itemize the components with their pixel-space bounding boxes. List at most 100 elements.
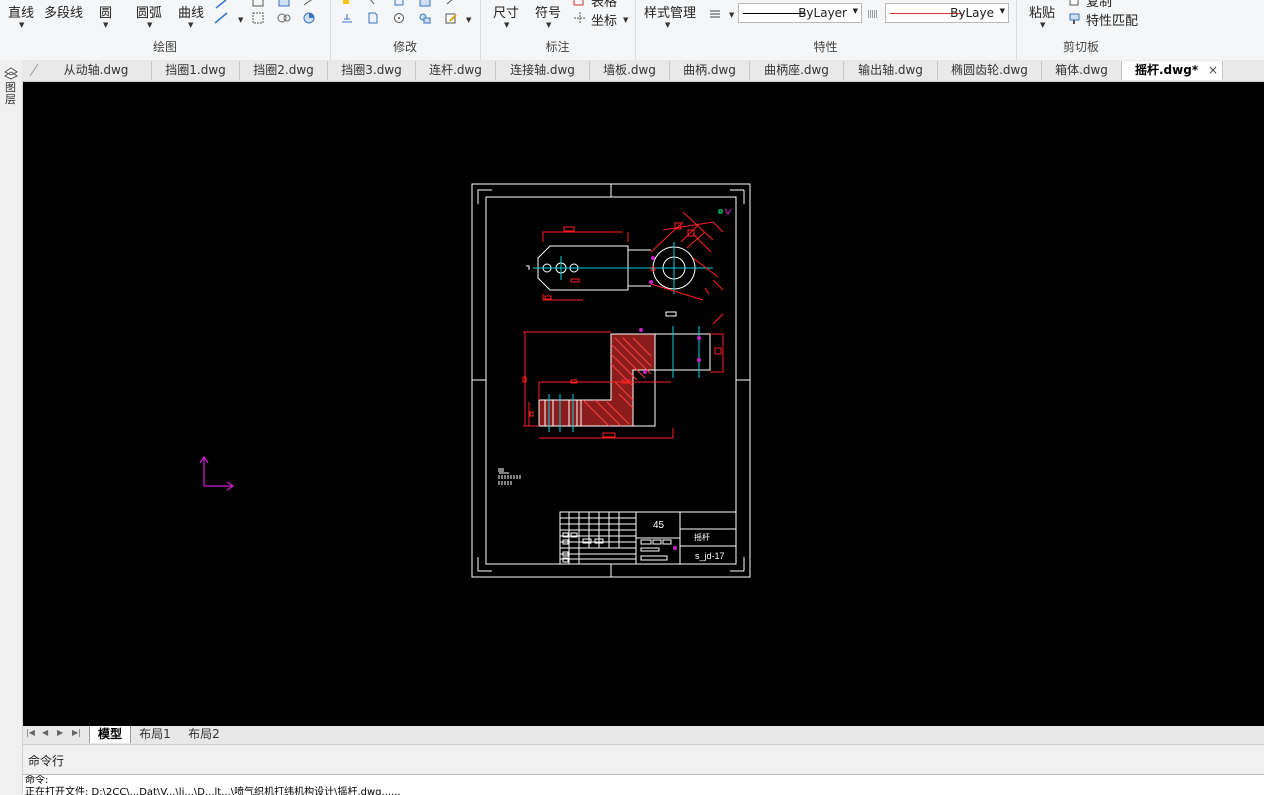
color-dropdown-icon[interactable]: ▼ [1000,7,1005,15]
draw-group: 直线 ▼ 多段线 圆 ▼ 圆弧 ▼ 曲线 ▼ ▼ 绘图 [0,0,331,60]
tab-model[interactable]: 模型 [89,726,131,743]
linetype-dropdown-icon[interactable]: ▼ [853,7,858,15]
style-manager-dropdown-icon[interactable]: ▼ [665,21,670,29]
next-layout-icon[interactable]: ▶ [57,728,63,737]
mirror-icon[interactable] [418,12,432,24]
tab-挡圈1[interactable]: 挡圈1.dwg [152,61,240,80]
copy-icon[interactable] [1068,0,1082,7]
symbol-button[interactable]: 符号 [535,2,561,21]
trim-icon[interactable] [366,0,380,8]
command-line-title: 命令行 [28,754,65,768]
prev-layout-icon[interactable]: ◀ [42,728,48,737]
coordinate-dropdown-icon[interactable]: ▼ [623,16,628,24]
boundary-icon[interactable] [277,12,291,24]
tab-曲柄座[interactable]: 曲柄座.dwg [750,61,844,80]
tab-layout2[interactable]: 布局2 [183,726,225,743]
move-icon[interactable] [340,0,354,8]
modify-group: ▼ 修改 [330,0,481,60]
draw-group-label: 绘图 [152,40,177,54]
tab-挡圈3[interactable]: 挡圈3.dwg [328,61,416,80]
linetype-combo[interactable]: ByLayer ▼ [738,3,862,23]
match-properties-icon[interactable] [1068,13,1082,25]
coordinate-icon[interactable] [573,12,587,24]
title-drawing-number: s_jd-17 [695,551,725,561]
lineweight-dropdown-icon[interactable]: ▼ [729,11,734,19]
tab-从动轴[interactable]: 从动轴.dwg [41,61,152,80]
stretch-icon[interactable] [366,12,380,24]
style-manager-button[interactable]: 样式管理 [644,2,696,21]
arc-dropdown-icon[interactable]: ▼ [147,21,152,29]
tab-连杆[interactable]: 连杆.dwg [416,61,496,80]
construction-line-icon[interactable] [214,12,228,24]
line-button[interactable]: 直线 [8,2,34,21]
table-button[interactable]: 表格 [591,0,617,10]
layer-panel-icon[interactable] [3,66,19,80]
tab-摇杆[interactable]: 摇杆.dwg* × [1122,61,1223,80]
copy-object-icon[interactable] [392,0,406,8]
drawing-canvas[interactable]: 45 摇杆 s_jd-17 [23,82,1264,726]
first-layout-icon[interactable]: |◀ [26,728,35,737]
match-properties-button[interactable]: 特性匹配 [1086,10,1138,29]
explode-icon[interactable] [444,12,458,24]
polyline-button[interactable]: 多段线 [44,2,83,21]
color-icon[interactable] [866,8,880,20]
tab-墙板[interactable]: 墙板.dwg [590,61,670,80]
tab-scroll-left-icon[interactable] [26,63,40,77]
scale-icon[interactable] [444,0,458,8]
coordinate-button[interactable]: 坐标 [591,10,617,29]
annotate-group: 尺寸 ▼ 符号 ▼ 表格 坐标 ▼ 标注 [480,0,636,60]
paste-dropdown-icon[interactable]: ▼ [1040,21,1045,29]
tab-label: 挡圈3.dwg [341,63,402,77]
command-line-header: 命令行 [23,746,1264,774]
rectangle-icon[interactable] [251,0,265,8]
lineweight-icon[interactable] [708,8,722,20]
offset-icon[interactable] [340,12,354,24]
explode-dropdown-icon[interactable]: ▼ [466,16,471,24]
hatch-icon[interactable] [251,12,265,24]
tab-label: 输出轴.dwg [858,63,923,77]
paste-button[interactable]: 粘贴 [1029,2,1055,21]
layout-tab-label: 布局2 [188,727,220,741]
line-dropdown-icon[interactable]: ▼ [19,21,24,29]
construction-line-dropdown-icon[interactable]: ▼ [238,16,243,24]
tab-layout1[interactable]: 布局1 [134,726,176,743]
table-icon[interactable] [573,0,587,7]
tab-挡圈2[interactable]: 挡圈2.dwg [240,61,328,80]
ribbon: 直线 ▼ 多段线 圆 ▼ 圆弧 ▼ 曲线 ▼ ▼ 绘图 ▼ 修改 尺寸 ▼ 符号… [0,0,1264,61]
layout-tabs: |◀ ◀ ▶ ▶| 模型 布局1 布局2 [23,726,1264,745]
symbol-dropdown-icon[interactable]: ▼ [546,21,551,29]
region-icon[interactable] [277,0,291,8]
command-history[interactable]: 命令: 正在打开文件: D:\2CC\...Dat\V...\li...\D..… [23,774,1264,795]
tab-label: 摇杆.dwg* [1135,63,1199,77]
curve-dropdown-icon[interactable]: ▼ [188,21,193,29]
array-icon[interactable] [418,0,432,8]
tab-椭圆齿轮[interactable]: 椭圆齿轮.dwg [938,61,1042,80]
ray-icon[interactable] [214,0,228,10]
color-combo[interactable]: ByLaye ▼ [885,3,1009,23]
tab-连接轴[interactable]: 连接轴.dwg [496,61,590,80]
layer-panel-label[interactable]: 图层 [5,82,17,106]
document-tabs: 从动轴.dwg 挡圈1.dwg 挡圈2.dwg 挡圈3.dwg 连杆.dwg 连… [22,60,1264,82]
dimension-button[interactable]: 尺寸 [493,2,519,21]
dimension-dropdown-icon[interactable]: ▼ [504,21,509,29]
curve-button[interactable]: 曲线 [178,2,204,21]
close-tab-icon[interactable]: × [1208,61,1218,80]
circle-dropdown-icon[interactable]: ▼ [103,21,108,29]
arc-button[interactable]: 圆弧 [136,2,162,21]
circle-button[interactable]: 圆 [99,2,112,21]
copy-button[interactable]: 复制 [1086,0,1112,10]
tab-曲柄[interactable]: 曲柄.dwg [670,61,750,80]
tab-label: 箱体.dwg [1055,63,1108,77]
ucs-icon [199,455,235,491]
rotate-icon[interactable] [392,12,406,24]
layout-tab-label: 布局1 [139,727,171,741]
tab-输出轴[interactable]: 输出轴.dwg [844,61,938,80]
technical-notes [498,468,521,485]
donut-icon[interactable] [302,12,316,24]
revcloud-icon[interactable] [302,0,316,8]
roughness-symbol [718,208,732,215]
last-layout-icon[interactable]: ▶| [72,728,81,737]
lever-section-view [522,311,724,439]
modify-group-label: 修改 [392,40,417,54]
tab-箱体[interactable]: 箱体.dwg [1042,61,1122,80]
